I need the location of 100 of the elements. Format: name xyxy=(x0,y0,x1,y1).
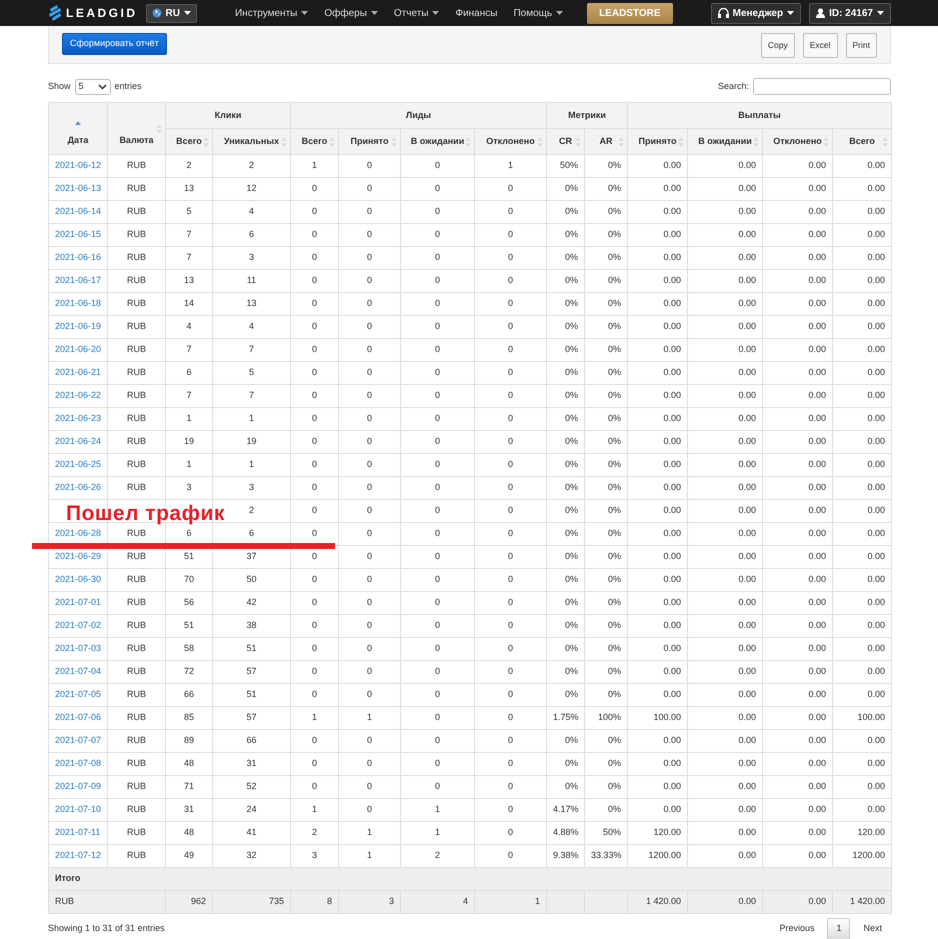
table-cell: 31 xyxy=(166,798,212,822)
column-header[interactable]: Дата xyxy=(48,102,108,154)
column-header[interactable]: Всего xyxy=(832,128,892,154)
table-cell: 0% xyxy=(584,316,628,338)
table-cell: 0.00 xyxy=(762,776,833,798)
table-cell: 0% xyxy=(546,638,584,660)
column-header[interactable]: Отклонено xyxy=(762,128,833,154)
pagination-link[interactable]: Next xyxy=(854,918,891,939)
table-cell: 0.00 xyxy=(628,546,688,568)
table-cell: 0.00 xyxy=(688,776,763,798)
table-cell: 24 xyxy=(212,798,290,822)
column-header[interactable]: В ожидании xyxy=(400,128,474,154)
table-cell: 0% xyxy=(584,500,628,522)
export-button[interactable]: Print xyxy=(846,33,877,58)
table-cell: 14 xyxy=(166,292,212,316)
search-field[interactable] xyxy=(753,78,891,95)
table-cell: 0% xyxy=(584,430,628,454)
table-cell: 1 xyxy=(166,454,212,476)
table-cell: 0.00 xyxy=(762,476,833,500)
column-header[interactable]: В ожидании xyxy=(688,128,763,154)
table-cell: 0% xyxy=(584,638,628,660)
table-cell: 7 xyxy=(212,338,290,362)
table-cell: 0 xyxy=(338,638,400,660)
table-cell: RUB xyxy=(108,200,166,224)
table-cell: 0% xyxy=(584,730,628,752)
table-cell: 0 xyxy=(474,500,546,522)
table-cell: RUB xyxy=(108,384,166,408)
table-cell: 0 xyxy=(290,430,338,454)
table-cell: 0.00 xyxy=(832,776,892,798)
table-cell: 0% xyxy=(546,246,584,270)
column-header[interactable]: Всего xyxy=(166,128,212,154)
table-cell: 0% xyxy=(584,776,628,798)
table-cell: 0 xyxy=(338,568,400,592)
column-group-header: Лиды xyxy=(290,102,546,128)
table-cell: 7 xyxy=(166,338,212,362)
table-cell: 0 xyxy=(290,246,338,270)
table-cell: 0.00 xyxy=(688,362,763,384)
nav-menu-item[interactable]: Финансы xyxy=(455,6,498,20)
column-header[interactable]: Всего xyxy=(290,128,338,154)
table-cell: 0.00 xyxy=(832,522,892,546)
table-cell: 0 xyxy=(474,638,546,660)
table-cell: 72 xyxy=(166,660,212,684)
table-cell: 3 xyxy=(166,476,212,500)
pagination-link[interactable]: Previous xyxy=(770,918,824,939)
pagination-link[interactable]: 1 xyxy=(827,918,850,939)
table-cell: RUB xyxy=(108,430,166,454)
table-cell: 4 xyxy=(166,316,212,338)
table-cell: 19 xyxy=(212,430,290,454)
table-cell: 0 xyxy=(338,798,400,822)
table-cell: 0 xyxy=(290,384,338,408)
table-cell: 0 xyxy=(474,246,546,270)
table-cell: 0.00 xyxy=(688,178,763,200)
table-cell: 0 xyxy=(338,454,400,476)
table-cell: 0% xyxy=(584,592,628,614)
report-button[interactable]: Сформировать отчёт xyxy=(62,33,167,54)
table-cell: RUB xyxy=(108,246,166,270)
table-cell: 70 xyxy=(166,568,212,592)
column-header[interactable]: CR xyxy=(546,128,584,154)
language-dropdown[interactable]: RU xyxy=(146,4,197,22)
headset-icon xyxy=(718,8,729,18)
table-cell: 0.00 xyxy=(832,178,892,200)
totals-cell: 735 xyxy=(268,896,284,906)
nav-menu-item[interactable]: Офферы xyxy=(324,6,378,20)
export-button[interactable]: Copy xyxy=(760,33,795,58)
table-cell: 0.00 xyxy=(688,476,763,500)
column-header[interactable]: Отклонено xyxy=(474,128,546,154)
export-button[interactable]: Excel xyxy=(802,33,838,58)
column-header[interactable]: Принято xyxy=(628,128,688,154)
table-cell: 0 xyxy=(338,362,400,384)
table-cell: 31 xyxy=(212,752,290,776)
column-header[interactable]: Валюта xyxy=(108,102,166,154)
table-cell: 0 xyxy=(474,430,546,454)
nav-menu-item[interactable]: Помощь xyxy=(513,6,564,20)
manager-dropdown[interactable]: Менеджер xyxy=(710,2,802,24)
table-cell: 0 xyxy=(290,292,338,316)
table-cell: 0.00 xyxy=(832,338,892,362)
page-length-select[interactable]: 5 xyxy=(74,78,111,94)
table-cell: 0 xyxy=(400,730,474,752)
table-cell: 2 xyxy=(166,154,212,178)
table-cell: 0 xyxy=(338,684,400,706)
column-header[interactable]: Принято xyxy=(338,128,400,154)
table-cell: 0.00 xyxy=(762,246,833,270)
user-dropdown[interactable]: ID: 24167 xyxy=(809,2,891,24)
nav-menu-item[interactable]: Инструменты xyxy=(234,6,308,20)
table-cell: 0 xyxy=(400,246,474,270)
table-cell: 0 xyxy=(338,752,400,776)
table-cell: RUB xyxy=(108,592,166,614)
table-cell: 38 xyxy=(212,614,290,638)
column-header[interactable]: AR xyxy=(584,128,628,154)
column-header[interactable]: Уникальных xyxy=(212,128,290,154)
table-cell: 1 xyxy=(212,408,290,430)
table-cell: 0.00 xyxy=(762,614,833,638)
nav-menu-item[interactable]: Отчеты xyxy=(394,6,440,20)
table-cell: 0 xyxy=(290,592,338,614)
store-button[interactable]: LEADSTORE xyxy=(587,2,673,24)
table-cell: 0 xyxy=(474,476,546,500)
table-cell: 0 xyxy=(474,224,546,246)
table-cell: 0.00 xyxy=(688,338,763,362)
totals-cell: 4 xyxy=(462,896,468,906)
table-cell: 0.00 xyxy=(762,546,833,568)
